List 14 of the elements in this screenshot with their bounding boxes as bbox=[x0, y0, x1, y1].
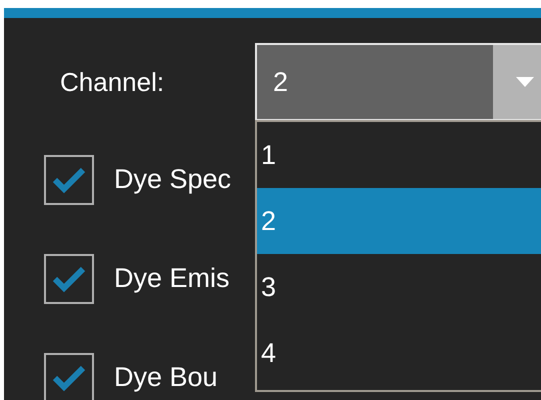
caret-icon bbox=[515, 76, 535, 88]
checkbox[interactable] bbox=[44, 254, 94, 304]
checkbox[interactable] bbox=[44, 154, 94, 204]
dropdown-option[interactable]: 4 bbox=[257, 320, 541, 386]
dropdown-option[interactable]: 1 bbox=[257, 122, 541, 188]
dropdown-value: 2 bbox=[272, 66, 290, 98]
checkbox-label: Dye Bou bbox=[114, 362, 218, 393]
dropdown-option[interactable]: 2 bbox=[257, 188, 541, 254]
dropdown-option[interactable]: 3 bbox=[257, 254, 541, 320]
channel-label: Channel: bbox=[60, 66, 166, 98]
checkbox[interactable] bbox=[44, 352, 94, 400]
channel-dropdown[interactable]: 2 bbox=[255, 43, 541, 121]
checkbox-label: Dye Emis bbox=[114, 263, 230, 294]
checkbox-label: Dye Spec bbox=[114, 164, 232, 195]
